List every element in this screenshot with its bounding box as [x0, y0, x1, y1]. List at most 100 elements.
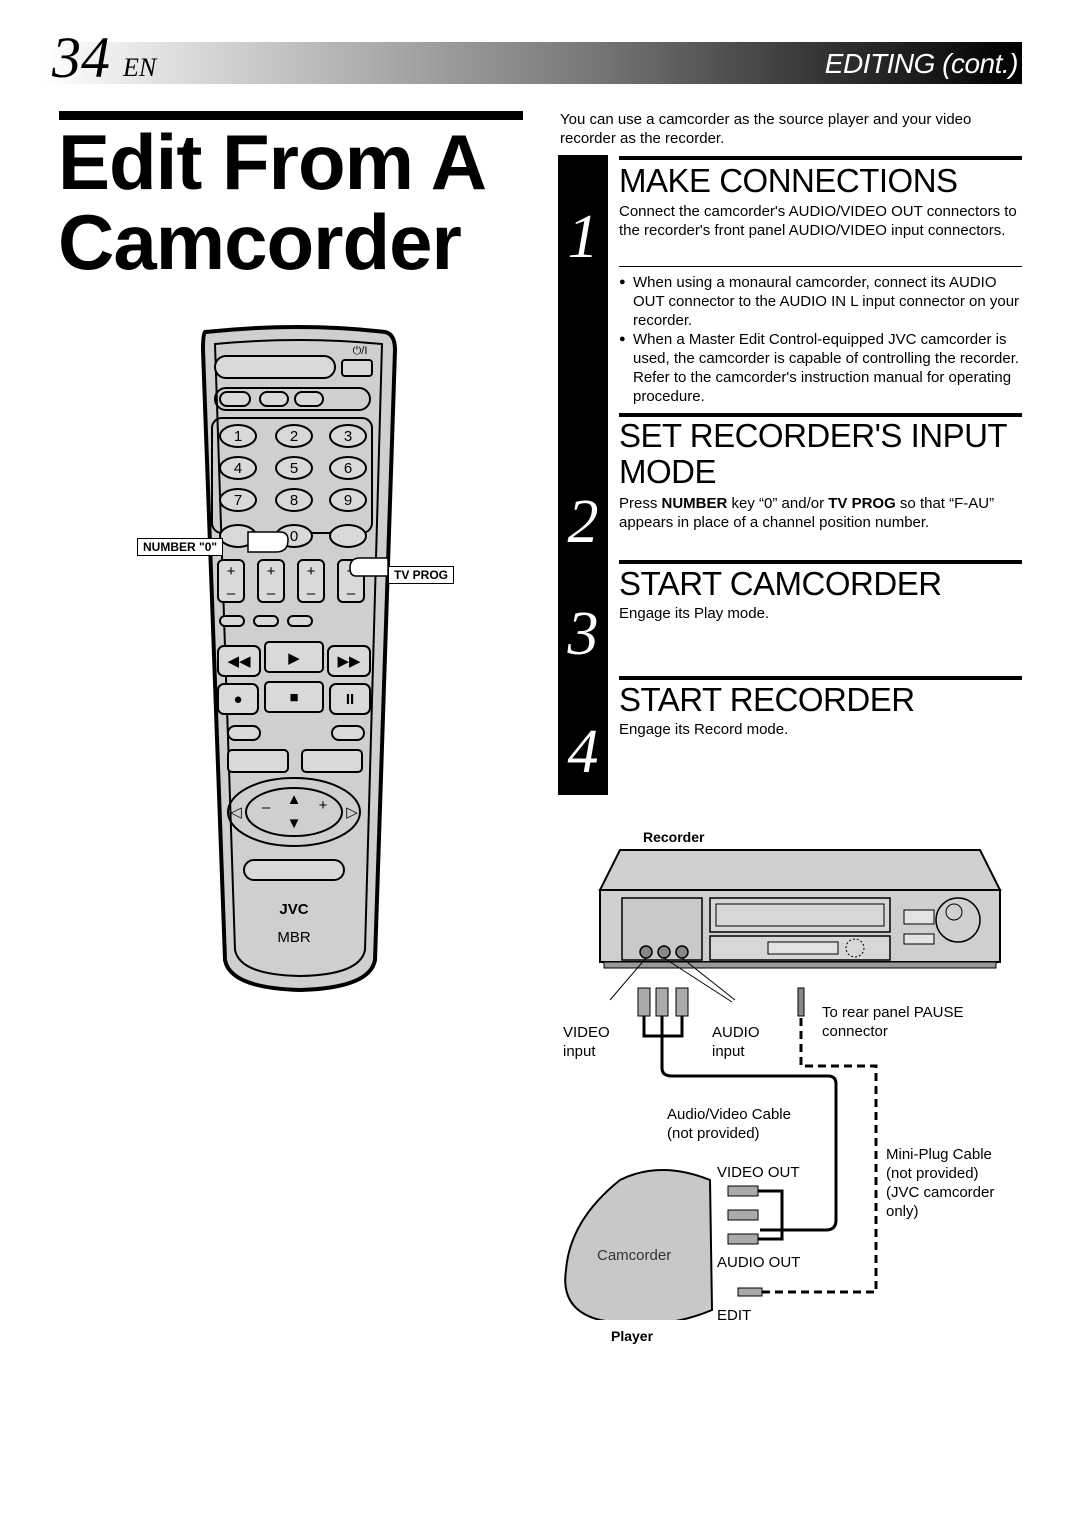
key-9: 9: [329, 488, 367, 512]
svg-text:+: +: [307, 563, 316, 580]
svg-text:■: ■: [289, 689, 298, 706]
svg-text:◀◀: ◀◀: [227, 653, 251, 670]
down-arrow-icon: ▼: [287, 815, 302, 832]
step-2-heading-line1: SET RECORDER'S INPUT: [619, 417, 1008, 454]
camcorder-shape: [564, 1169, 714, 1320]
miniplug-cable-label: Mini-Plug Cable (not provided) (JVC camcor…: [886, 1146, 995, 1220]
text-fragment: key “0” and/or: [727, 495, 829, 512]
key-6: 6: [329, 456, 367, 480]
camcorder-label: Camcorder: [597, 1247, 672, 1264]
display-window: [767, 941, 839, 955]
step-1-rule: [619, 156, 1022, 160]
hand-pointer-icon: [247, 531, 289, 553]
page-title-line1: Edit From A: [58, 118, 487, 206]
key-7: 7: [219, 488, 257, 512]
audio-in-l-jack: [657, 945, 671, 959]
page-title: Edit From A Camcorder: [58, 118, 487, 286]
switch-toggle: [219, 391, 251, 407]
left-arrow-icon: ◁: [230, 804, 242, 821]
right-arrow-icon: ▷: [346, 804, 358, 821]
svg-text:9: 9: [344, 492, 352, 509]
pause-connector-label: To rear panel PAUSE connector: [822, 1004, 964, 1040]
key-3: 3: [329, 424, 367, 448]
svg-text:II: II: [346, 691, 354, 708]
rca-plugs: [637, 987, 689, 1017]
page-language: EN: [123, 53, 157, 82]
svg-text:+: +: [227, 563, 236, 580]
key-5: 5: [275, 456, 313, 480]
svg-text:1: 1: [234, 428, 242, 445]
mini-plug: [797, 987, 805, 1017]
step-4-heading: START RECORDER: [619, 681, 915, 718]
number-key-term: NUMBER: [661, 495, 728, 512]
step-2-heading-line2: MODE: [619, 453, 717, 490]
note-item: When a Master Edit Control-equipped JVC …: [619, 330, 1024, 406]
section-title: EDITING (cont.): [824, 48, 1019, 79]
svg-text:●: ●: [233, 691, 242, 708]
svg-text:+: +: [267, 563, 276, 580]
jvc-logo: JVC: [279, 901, 308, 918]
number-0-callout: NUMBER "0": [137, 538, 224, 556]
key-2: 2: [275, 424, 313, 448]
svg-text:2: 2: [290, 428, 298, 445]
page-number: 34: [52, 25, 110, 90]
step-number-3: 3: [567, 600, 599, 668]
video-input-label: VIDEO input: [563, 1024, 610, 1060]
audio-in-r-jack: [675, 945, 689, 959]
audio-input-label: AUDIO input: [712, 1024, 760, 1060]
svg-text:–: –: [227, 585, 236, 602]
up-arrow-icon: ▲: [287, 791, 302, 808]
mini-plug-cable: [760, 1018, 878, 1294]
step-3-rule: [619, 560, 1022, 564]
hand-pointer-icon: [349, 557, 389, 577]
svg-text:5: 5: [290, 460, 298, 477]
tv-prog-term: TV PROG: [828, 495, 896, 512]
key-8: 8: [275, 488, 313, 512]
svg-text:7: 7: [234, 492, 242, 509]
step-1-notes: When using a monaural camcorder, connect…: [619, 273, 1024, 406]
svg-text:0: 0: [290, 528, 298, 545]
display-button: [214, 355, 336, 379]
note-item: When using a monaural camcorder, connect…: [619, 273, 1024, 330]
intro-text: You can use a camcorder as the source pl…: [560, 111, 972, 147]
svg-text:▶: ▶: [288, 650, 300, 667]
av-cable-label: Audio/Video Cable (not provided): [667, 1106, 791, 1142]
step-number-column: 1 2 3 4: [558, 155, 608, 795]
step-4-text: Engage its Record mode.: [619, 721, 789, 738]
step-4-rule: [619, 676, 1022, 680]
audio-out-label: AUDIO OUT: [717, 1254, 801, 1271]
svg-text:4: 4: [234, 460, 242, 477]
svg-text:8: 8: [290, 492, 298, 509]
step-1-divider: [619, 266, 1022, 267]
video-out-label: VIDEO OUT: [717, 1164, 800, 1181]
key-1: 1: [219, 424, 257, 448]
step-1-heading: MAKE CONNECTIONS: [619, 162, 958, 199]
svg-text:▶▶: ▶▶: [337, 653, 361, 670]
step-number-4: 4: [567, 718, 599, 786]
text-fragment: Press: [619, 495, 662, 512]
svg-text:3: 3: [344, 428, 352, 445]
edit-label: EDIT: [717, 1307, 752, 1324]
svg-text:–: –: [262, 799, 271, 816]
svg-text:+: +: [319, 797, 328, 814]
svg-text:–: –: [267, 585, 276, 602]
step-3-text: Engage its Play mode.: [619, 605, 770, 622]
mbr-logo: MBR: [277, 929, 311, 946]
power-button: [341, 359, 373, 377]
step-number-1: 1: [567, 203, 599, 271]
video-in-jack: [639, 945, 653, 959]
key-4: 4: [219, 456, 257, 480]
step-3-heading: START CAMCORDER: [619, 565, 942, 602]
page-title-line2: Camcorder: [58, 198, 462, 286]
power-icon: ⏻/I: [353, 345, 368, 357]
remote-control-illustration: .ol{fill:none;stroke:#000;stroke-width:2…: [200, 325, 398, 993]
step-1-text: Connect the camcorder's AUDIO/VIDEO OUT …: [619, 203, 1017, 239]
cassette-slot: [709, 897, 891, 933]
tv-prog-callout: TV PROG: [388, 566, 455, 584]
svg-text:–: –: [347, 585, 356, 602]
vcr-illustration: [598, 849, 1002, 969]
svg-text:6: 6: [344, 460, 352, 477]
step-number-2: 2: [567, 488, 599, 556]
edit-plug: [737, 1287, 763, 1297]
step-2-text: Press NUMBER key “0” and/or TV PROG so t…: [619, 494, 1024, 532]
